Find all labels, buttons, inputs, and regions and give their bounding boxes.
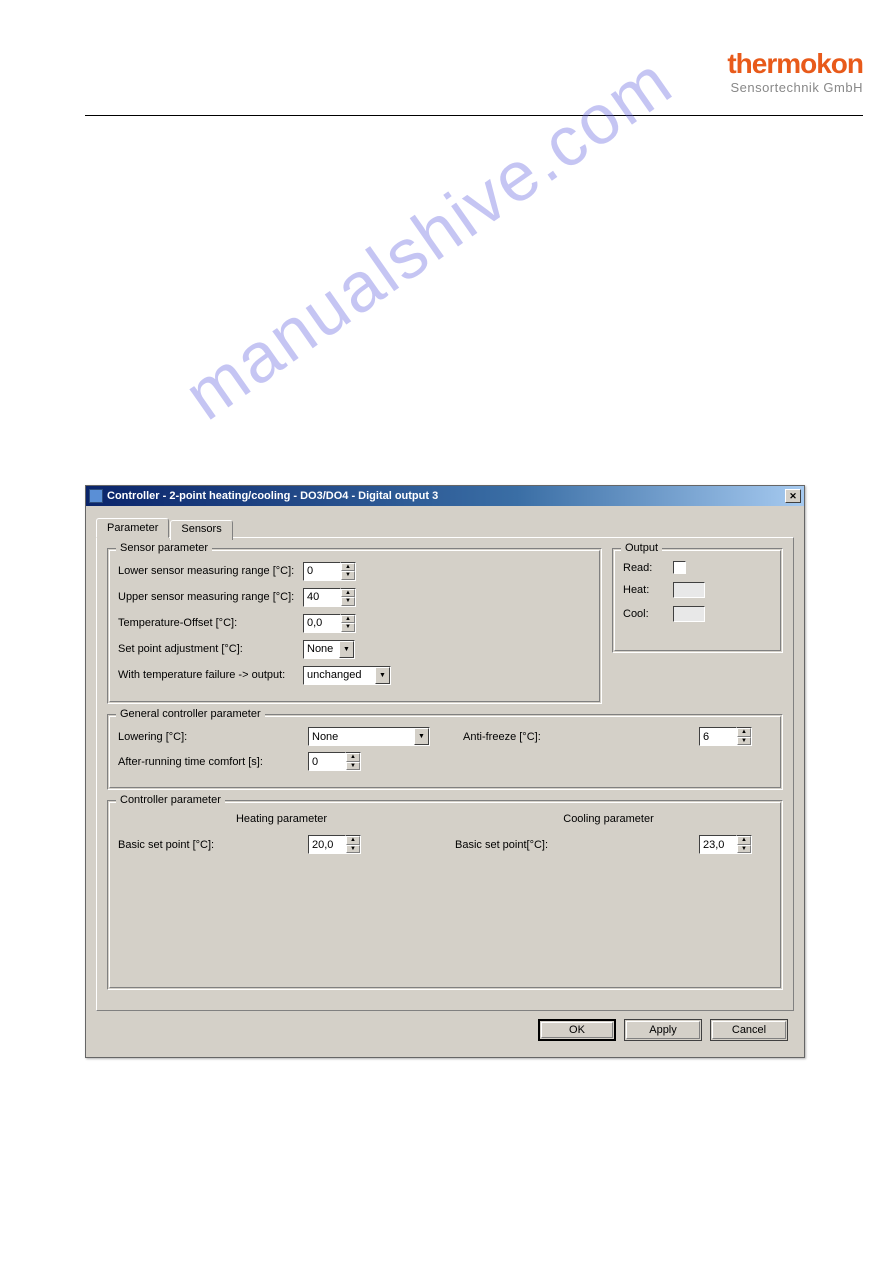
heating-parameter-header: Heating parameter (118, 813, 445, 825)
logo-brand: thermokon (727, 48, 863, 80)
spin-down-icon[interactable]: ▼ (341, 571, 355, 580)
output-cool-display (673, 606, 705, 622)
general-controller-legend: General controller parameter (116, 708, 265, 720)
window-title: Controller - 2-point heating/cooling - D… (107, 490, 785, 502)
upper-range-input[interactable] (303, 588, 341, 607)
logo-subtitle: Sensortechnik GmbH (727, 80, 863, 95)
after-running-label: After-running time comfort [s]: (118, 756, 308, 768)
sensor-parameter-legend: Sensor parameter (116, 542, 212, 554)
heat-setpoint-input[interactable] (308, 835, 346, 854)
lowering-label: Lowering [°C]: (118, 731, 308, 743)
output-cool-label: Cool: (623, 608, 673, 620)
upper-range-label: Upper sensor measuring range [°C]: (118, 591, 303, 603)
antifreeze-input[interactable] (699, 727, 737, 746)
spin-up-icon[interactable]: ▲ (346, 753, 360, 762)
apply-button[interactable]: Apply (624, 1019, 702, 1041)
lower-range-label: Lower sensor measuring range [°C]: (118, 565, 303, 577)
output-read-checkbox[interactable] (673, 561, 686, 574)
titlebar: Controller - 2-point heating/cooling - D… (86, 486, 804, 506)
heat-setpoint-label: Basic set point [°C]: (118, 839, 308, 851)
chevron-down-icon[interactable]: ▼ (339, 641, 354, 658)
output-group: Output Read: Heat: Cool: (612, 548, 783, 653)
spin-up-icon[interactable]: ▲ (737, 836, 751, 845)
output-read-label: Read: (623, 562, 673, 574)
output-legend: Output (621, 542, 662, 554)
close-icon[interactable] (785, 489, 801, 503)
lowering-select[interactable] (308, 727, 430, 746)
output-heat-label: Heat: (623, 584, 673, 596)
after-running-input[interactable] (308, 752, 346, 771)
chevron-down-icon[interactable]: ▼ (375, 667, 390, 684)
watermark: manualshive.com (170, 40, 687, 435)
general-controller-group: General controller parameter Lowering [°… (107, 714, 783, 790)
cancel-button[interactable]: Cancel (710, 1019, 788, 1041)
spin-down-icon[interactable]: ▼ (341, 623, 355, 632)
ok-button[interactable]: OK (538, 1019, 616, 1041)
logo: thermokon Sensortechnik GmbH (727, 48, 863, 95)
controller-parameter-legend: Controller parameter (116, 794, 225, 806)
dialog-window: Controller - 2-point heating/cooling - D… (85, 485, 805, 1058)
chevron-down-icon[interactable]: ▼ (414, 728, 429, 745)
tab-parameter[interactable]: Parameter (96, 518, 169, 538)
lower-range-input[interactable] (303, 562, 341, 581)
temp-failure-label: With temperature failure -> output: (118, 669, 303, 681)
cool-setpoint-input[interactable] (699, 835, 737, 854)
window-icon (89, 489, 103, 503)
temp-offset-input[interactable] (303, 614, 341, 633)
cooling-parameter-header: Cooling parameter (445, 813, 772, 825)
spin-down-icon[interactable]: ▼ (737, 845, 751, 854)
spin-up-icon[interactable]: ▲ (346, 836, 360, 845)
setpoint-adjust-label: Set point adjustment [°C]: (118, 643, 303, 655)
header-divider (85, 115, 863, 116)
cool-setpoint-label: Basic set point[°C]: (445, 839, 595, 851)
spin-down-icon[interactable]: ▼ (341, 597, 355, 606)
output-heat-display (673, 582, 705, 598)
controller-parameter-group: Controller parameter Heating parameter C… (107, 800, 783, 990)
spin-down-icon[interactable]: ▼ (737, 737, 751, 746)
spin-up-icon[interactable]: ▲ (341, 589, 355, 598)
antifreeze-label: Anti-freeze [°C]: (463, 731, 613, 743)
tab-sensors[interactable]: Sensors (170, 520, 232, 540)
spin-up-icon[interactable]: ▲ (341, 563, 355, 572)
spin-down-icon[interactable]: ▼ (346, 845, 360, 854)
sensor-parameter-group: Sensor parameter Lower sensor measuring … (107, 548, 602, 704)
spin-down-icon[interactable]: ▼ (346, 762, 360, 771)
temp-offset-label: Temperature-Offset [°C]: (118, 617, 303, 629)
tab-panel-parameter: Sensor parameter Lower sensor measuring … (96, 537, 794, 1011)
spin-up-icon[interactable]: ▲ (341, 615, 355, 624)
spin-up-icon[interactable]: ▲ (737, 728, 751, 737)
